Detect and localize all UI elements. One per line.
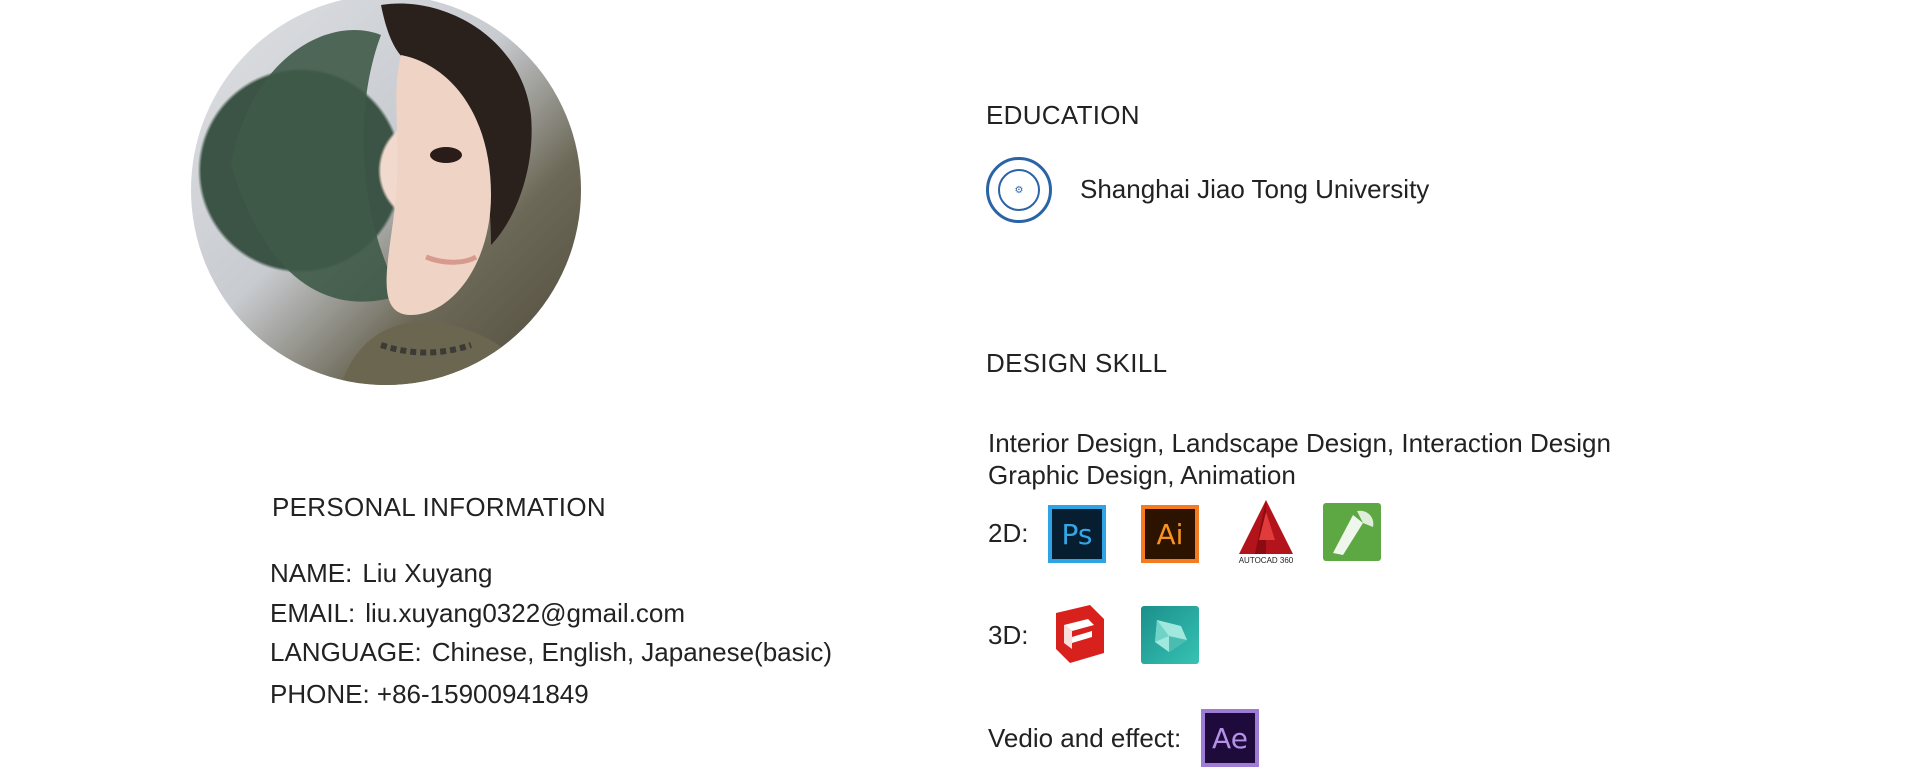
photoshop-icon: Ps	[1048, 505, 1106, 563]
university-logo: ⚙	[986, 157, 1052, 223]
autocad-label: AUTOCAD 360	[1238, 556, 1294, 565]
profile-photo	[191, 0, 581, 385]
3ds-max-glyph	[1155, 620, 1187, 652]
sketchup-icon	[1056, 605, 1104, 663]
language-label: LANGUAGE:	[270, 637, 422, 667]
autocad-icon	[1239, 500, 1293, 554]
row-2d-label: 2D:	[988, 518, 1029, 548]
skill-line-1: Interior Design, Landscape Design, Inter…	[988, 428, 1611, 458]
profile-photo-illustration	[231, 3, 532, 385]
3ds-max-icon	[1141, 606, 1199, 664]
row-video-label: Vedio and effect:	[988, 723, 1182, 753]
coreldraw-icon	[1323, 503, 1381, 561]
after-effects-icon: Ae	[1201, 709, 1259, 767]
email-value[interactable]: liu.xuyang0322@gmail.com	[365, 598, 685, 628]
language-line: LANGUAGE: Chinese, English, Japanese(basi…	[270, 637, 832, 668]
coreldraw-glyph	[1333, 510, 1374, 555]
email-line: EMAIL: liu.xuyang0322@gmail.com	[270, 598, 685, 629]
language-value: Chinese, English, Japanese(basic)	[431, 637, 833, 667]
skill-line-2: Graphic Design, Animation	[988, 460, 1296, 490]
education-title: EDUCATION	[986, 100, 1140, 130]
row-3d-label: 3D:	[988, 620, 1029, 650]
name-line: NAME: Liu Xuyang	[270, 558, 492, 589]
phone-line: PHONE: +86-15900941849	[270, 679, 589, 709]
university-name: Shanghai Jiao Tong University	[1080, 174, 1430, 204]
email-label: EMAIL:	[270, 598, 356, 628]
illustrator-icon: Ai	[1141, 505, 1199, 563]
design-skill-title: DESIGN SKILL	[986, 348, 1168, 378]
personal-info-title: PERSONAL INFORMATION	[272, 492, 606, 522]
name-value: Liu Xuyang	[362, 558, 493, 588]
university-seal-icon: ⚙	[998, 169, 1040, 211]
name-label: NAME:	[270, 558, 353, 588]
